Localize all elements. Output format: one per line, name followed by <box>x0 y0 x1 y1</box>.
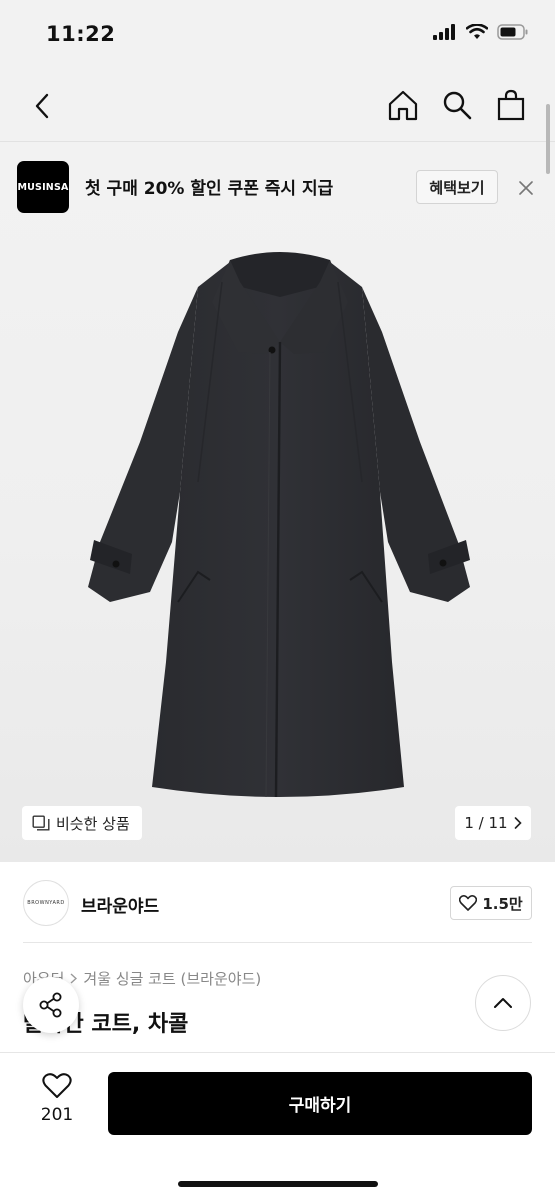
status-icons <box>433 23 529 44</box>
home-button[interactable] <box>387 88 419 122</box>
musinsa-logo: MUSINSA <box>17 161 69 213</box>
nav-actions <box>387 88 527 122</box>
promo-close-button[interactable] <box>513 175 539 201</box>
top-navigation <box>0 70 555 142</box>
status-bar: 11:22 <box>0 0 555 70</box>
similar-products-button[interactable]: 비슷한 상품 <box>22 806 142 840</box>
shopping-bag-icon <box>497 89 525 121</box>
brand-name[interactable]: 브라운야드 <box>81 892 159 917</box>
share-button[interactable] <box>23 977 79 1033</box>
product-image-gallery[interactable]: MUSINSA 첫 구매 20% 할인 쿠폰 즉시 지급 혜택보기 비슷한 상품… <box>0 142 555 862</box>
share-icon <box>39 992 62 1018</box>
home-indicator[interactable] <box>178 1181 378 1187</box>
battery-icon <box>497 24 529 44</box>
search-button[interactable] <box>441 88 473 122</box>
chevron-right-icon <box>514 817 522 829</box>
heart-icon <box>459 895 478 911</box>
brand-like-count: 1.5만 <box>482 894 523 913</box>
copy-icon <box>32 815 50 831</box>
wishlist-button[interactable]: 201 <box>30 1073 84 1125</box>
close-icon <box>519 181 533 195</box>
search-icon <box>443 91 472 120</box>
breadcrumb-item[interactable]: 겨울 싱글 코트 (브라운야드) <box>83 968 261 989</box>
image-page-indicator[interactable]: 1 / 11 <box>455 806 531 840</box>
product-image <box>88 252 470 798</box>
promo-banner: MUSINSA 첫 구매 20% 할인 쿠폰 즉시 지급 혜택보기 <box>0 142 555 232</box>
home-icon <box>388 90 418 121</box>
brand-like-button[interactable]: 1.5만 <box>450 886 532 920</box>
back-button[interactable] <box>26 90 58 122</box>
promo-text: 첫 구매 20% 할인 쿠폰 즉시 지급 <box>85 179 334 199</box>
buy-button[interactable]: 구매하기 <box>108 1072 532 1135</box>
scrollbar[interactable] <box>546 104 550 174</box>
brand-row[interactable]: BROWNYARD 브라운야드 1.5만 <box>0 862 555 944</box>
scroll-to-top-button[interactable] <box>475 975 531 1031</box>
page-indicator-text: 1 / 11 <box>464 814 508 832</box>
cellular-signal-icon <box>433 24 457 44</box>
cart-button[interactable] <box>495 88 527 122</box>
wifi-icon <box>465 23 489 44</box>
similar-products-label: 비슷한 상품 <box>56 814 130 833</box>
chevron-up-icon <box>494 998 512 1008</box>
chevron-right-icon <box>70 973 78 984</box>
bottom-action-bar: 201 구매하기 <box>0 1052 555 1200</box>
view-benefits-button[interactable]: 혜택보기 <box>416 170 498 204</box>
divider <box>23 942 532 943</box>
wishlist-count: 201 <box>40 1105 74 1125</box>
chevron-left-icon <box>35 93 49 119</box>
brand-logo[interactable]: BROWNYARD <box>23 880 69 926</box>
heart-icon <box>42 1073 72 1098</box>
status-time: 11:22 <box>46 22 116 46</box>
